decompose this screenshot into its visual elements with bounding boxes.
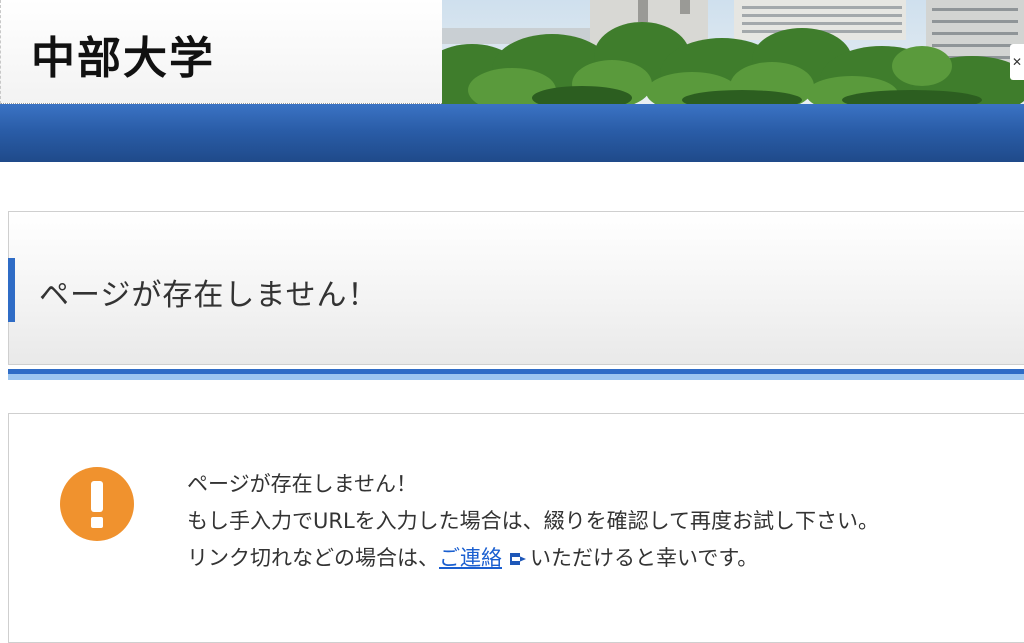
global-nav-bar <box>0 104 1024 162</box>
title-accent-bar <box>8 258 15 322</box>
site-logo[interactable]: 中部大学 <box>31 22 215 86</box>
message-line-3-suffix: いただけると幸いです。 <box>530 546 759 570</box>
message-line-2: もし手入力でURLを入力した場合は、綴りを確認して再度お試し下さい。 <box>187 509 880 533</box>
error-message-text: ページが存在しません！ もし手入力でURLを入力した場合は、綴りを確認して再度お… <box>187 466 879 579</box>
page-title-box: ページが存在しません！ <box>8 211 1024 365</box>
logo-area[interactable]: 中部大学 <box>0 0 442 104</box>
photo-badge[interactable]: ✕ <box>1010 44 1024 80</box>
site-header: 中部大学 ✕ <box>0 0 1024 104</box>
page-title: ページが存在しません！ <box>39 278 379 313</box>
exclamation-glyph <box>91 481 103 528</box>
message-line-1: ページが存在しません！ <box>187 472 417 496</box>
arrow-right-icon <box>510 542 528 579</box>
message-line-3: リンク切れなどの場合は、ご連絡 いただけると幸いです。 <box>187 540 879 579</box>
campus-photo-image <box>442 0 1024 104</box>
message-line-3-prefix: リンク切れなどの場合は、 <box>187 546 439 570</box>
campus-photo: ✕ <box>442 0 1024 104</box>
contact-link[interactable]: ご連絡 <box>439 546 502 570</box>
exclamation-circle-icon <box>60 467 134 541</box>
error-message-box: ページが存在しません！ もし手入力でURLを入力した場合は、綴りを確認して再度お… <box>8 413 1024 643</box>
title-underline <box>8 369 1024 380</box>
